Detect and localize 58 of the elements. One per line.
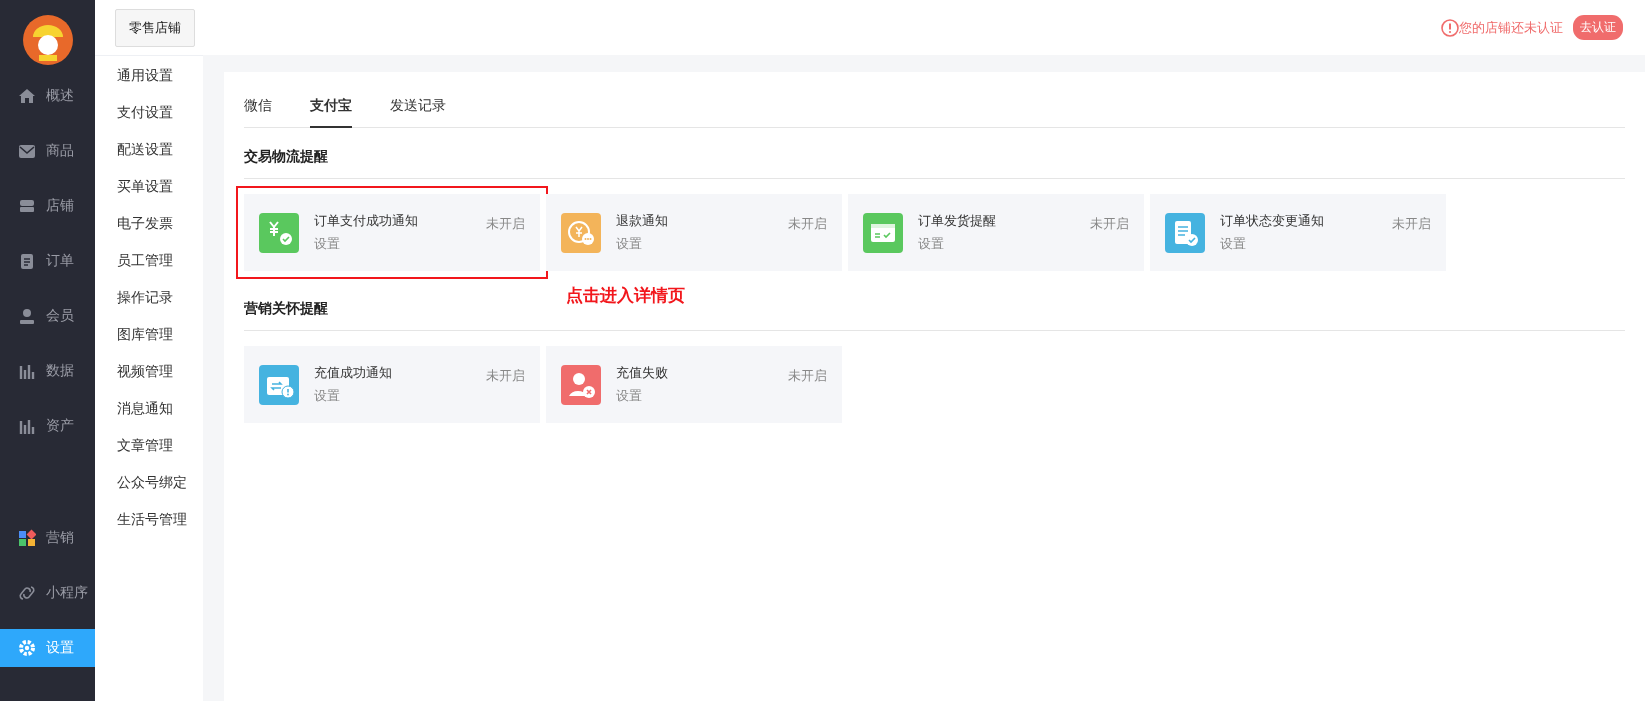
submenu-item[interactable]: 电子发票 bbox=[117, 212, 203, 249]
status-label: 未开启 bbox=[1392, 215, 1431, 233]
verification-notice: 您的店铺还未认证 bbox=[1459, 18, 1563, 37]
bar-chart-icon bbox=[18, 362, 36, 380]
nav-item[interactable]: 资产 bbox=[0, 407, 95, 445]
submenu-item[interactable]: 操作记录 bbox=[117, 286, 203, 323]
submenu-item[interactable]: 买单设置 bbox=[117, 175, 203, 212]
bar-chart-icon bbox=[18, 417, 36, 435]
notification-card[interactable]: 充值失败 设置 未开启 bbox=[546, 346, 842, 423]
nav-item[interactable]: 店铺 bbox=[0, 187, 95, 225]
home-icon bbox=[18, 87, 36, 105]
nav-item[interactable]: 概述 bbox=[0, 77, 95, 115]
submenu-item[interactable]: 公众号绑定 bbox=[117, 471, 203, 508]
logo-icon bbox=[22, 15, 73, 65]
card-title: 充值失败 bbox=[616, 364, 669, 382]
card-title: 充值成功通知 bbox=[314, 364, 393, 382]
status-label: 未开启 bbox=[486, 215, 525, 233]
submenu-item[interactable]: 配送设置 bbox=[117, 138, 203, 175]
clipboard-icon bbox=[18, 252, 36, 270]
tab[interactable]: 微信 bbox=[244, 87, 272, 128]
card-title: 退款通知 bbox=[616, 212, 669, 230]
card-title: 订单支付成功通知 bbox=[314, 212, 419, 230]
notification-card[interactable]: 充值成功通知 设置 未开启 bbox=[244, 346, 540, 423]
submenu-item[interactable]: 消息通知 bbox=[117, 397, 203, 434]
nav-item[interactable]: 数据 bbox=[0, 352, 95, 390]
submenu-item[interactable]: 通用设置 bbox=[117, 64, 203, 101]
section-title: 交易物流提醒 bbox=[244, 128, 1625, 179]
submenu-item[interactable]: 支付设置 bbox=[117, 101, 203, 138]
tiles-icon bbox=[18, 529, 36, 547]
envelope-icon bbox=[18, 142, 36, 160]
link-icon bbox=[18, 584, 36, 602]
submenu-item[interactable]: 文章管理 bbox=[117, 434, 203, 471]
nav-item[interactable]: 营销 bbox=[0, 519, 95, 557]
store-icon bbox=[18, 197, 36, 215]
tab[interactable]: 发送记录 bbox=[390, 87, 446, 128]
nav-item[interactable]: 订单 bbox=[0, 242, 95, 280]
card-title: 订单状态变更通知 bbox=[1220, 212, 1325, 230]
status-label: 未开启 bbox=[788, 215, 827, 233]
status-label: 未开启 bbox=[486, 367, 525, 385]
notification-card[interactable]: 退款通知 设置 未开启 bbox=[546, 194, 842, 271]
nav-item[interactable]: 小程序 bbox=[0, 574, 95, 612]
submenu-item[interactable]: 视频管理 bbox=[117, 360, 203, 397]
submenu-item[interactable]: 生活号管理 bbox=[117, 508, 203, 545]
annotation-text: 点击进入详情页 bbox=[566, 285, 685, 307]
status-label: 未开启 bbox=[788, 367, 827, 385]
tab[interactable]: 支付宝 bbox=[310, 87, 352, 128]
submenu-item[interactable]: 员工管理 bbox=[117, 249, 203, 286]
warning-icon bbox=[1441, 18, 1459, 37]
settings-icon bbox=[18, 639, 36, 657]
notification-card[interactable]: 订单发货提醒 设置 未开启 bbox=[848, 194, 1144, 271]
nav-item[interactable]: 会员 bbox=[0, 297, 95, 335]
nav-item[interactable]: 商品 bbox=[0, 132, 95, 170]
status-label: 未开启 bbox=[1090, 215, 1129, 233]
submenu-item[interactable]: 图库管理 bbox=[117, 323, 203, 360]
card-title: 订单发货提醒 bbox=[918, 212, 997, 230]
notification-card[interactable]: 订单状态变更通知 设置 未开启 bbox=[1150, 194, 1446, 271]
user-icon bbox=[18, 307, 36, 325]
store-button[interactable]: 零售店铺 bbox=[115, 8, 195, 47]
